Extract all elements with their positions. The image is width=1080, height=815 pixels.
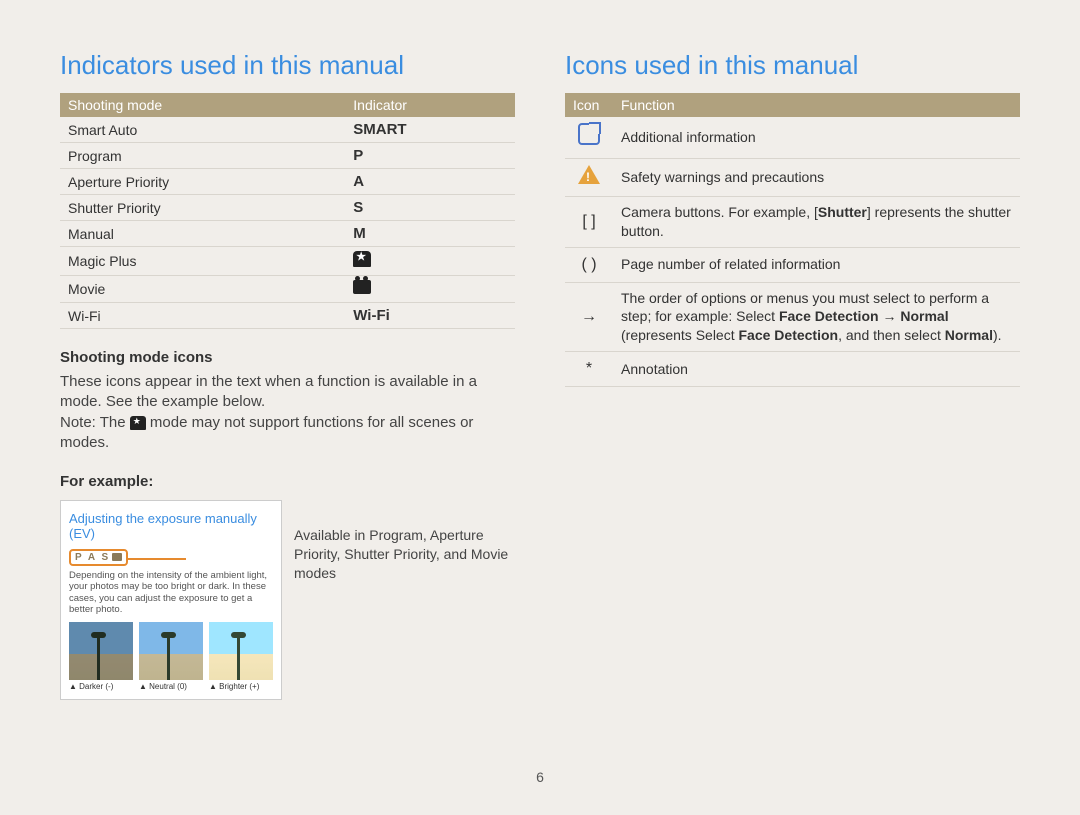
page-number: 6 bbox=[536, 769, 544, 785]
thumb-image bbox=[209, 622, 273, 680]
function-cell: Camera buttons. For example, [Shutter] r… bbox=[613, 197, 1020, 248]
lamp-post-icon bbox=[167, 632, 170, 680]
mode-cell: Aperture Priority bbox=[60, 169, 345, 195]
icons-table: Icon Function Additional informationSafe… bbox=[565, 93, 1020, 387]
mode-cell: Movie bbox=[60, 276, 345, 303]
table-row: Smart AutoSMART bbox=[60, 117, 515, 143]
table-row: Safety warnings and precautions bbox=[565, 158, 1020, 197]
thumb-image bbox=[139, 622, 203, 680]
mode-cell: Shutter Priority bbox=[60, 195, 345, 221]
icons-heading: Icons used in this manual bbox=[565, 50, 1020, 81]
mode-cell: Smart Auto bbox=[60, 117, 345, 143]
icon-cell: → bbox=[565, 282, 613, 352]
function-cell: Additional information bbox=[613, 117, 1020, 158]
table-row: Movie bbox=[60, 276, 515, 303]
table-row: →The order of options or menus you must … bbox=[565, 282, 1020, 352]
function-cell: Safety warnings and precautions bbox=[613, 158, 1020, 197]
callout-connector bbox=[126, 558, 186, 560]
lamp-post-icon bbox=[97, 632, 100, 680]
icon-cell bbox=[565, 158, 613, 197]
mode-cell: Manual bbox=[60, 221, 345, 247]
indicators-table: Shooting mode Indicator Smart AutoSMARTP… bbox=[60, 93, 515, 329]
mode-cell: Wi-Fi bbox=[60, 303, 345, 329]
thumb-label: Neutral (0) bbox=[139, 682, 203, 691]
icon-cell bbox=[565, 117, 613, 158]
example-thumbs: Darker (-) Neutral (0) Brighter (+) bbox=[69, 622, 273, 691]
thumb-label: Darker (-) bbox=[69, 682, 133, 691]
left-column: Indicators used in this manual Shooting … bbox=[60, 50, 515, 700]
movie-glyph-icon bbox=[112, 553, 122, 561]
thumb-label: Brighter (+) bbox=[209, 682, 273, 691]
lamp-post-icon bbox=[237, 632, 240, 680]
example-desc: Depending on the intensity of the ambien… bbox=[69, 570, 273, 616]
example-box: Adjusting the exposure manually (EV) P A… bbox=[60, 500, 282, 700]
indicator-cell: S bbox=[345, 195, 515, 221]
thumb-image bbox=[69, 622, 133, 680]
thumb: Darker (-) bbox=[69, 622, 133, 691]
mode-badge-text: P A S bbox=[75, 552, 110, 563]
shooting-mode-icons-heading: Shooting mode icons bbox=[60, 349, 515, 366]
function-cell: Page number of related information bbox=[613, 247, 1020, 282]
table-row: *Annotation bbox=[565, 352, 1020, 387]
indicator-cell bbox=[345, 247, 515, 276]
mode-cell: Magic Plus bbox=[60, 247, 345, 276]
example-callout: Available in Program, Aperture Priority,… bbox=[294, 500, 515, 583]
table-row: Shutter PriorityS bbox=[60, 195, 515, 221]
table-row: ( )Page number of related information bbox=[565, 247, 1020, 282]
col-function: Function bbox=[613, 93, 1020, 117]
shooting-mode-note: Note: The mode may not support functions… bbox=[60, 413, 515, 454]
thumb: Neutral (0) bbox=[139, 622, 203, 691]
table-row: Additional information bbox=[565, 117, 1020, 158]
indicator-cell: A bbox=[345, 169, 515, 195]
mode-badge: P A S bbox=[69, 549, 128, 566]
indicator-cell bbox=[345, 276, 515, 303]
table-row: Aperture PriorityA bbox=[60, 169, 515, 195]
icon-cell: ( ) bbox=[565, 247, 613, 282]
thumb: Brighter (+) bbox=[209, 622, 273, 691]
info-icon bbox=[578, 123, 600, 145]
mode-cell: Program bbox=[60, 143, 345, 169]
magic-plus-icon bbox=[353, 251, 371, 267]
table-row: ProgramP bbox=[60, 143, 515, 169]
indicator-cell: Wi-Fi bbox=[345, 303, 515, 329]
icon-cell: * bbox=[565, 352, 613, 387]
magic-plus-icon bbox=[130, 416, 146, 430]
table-row: Magic Plus bbox=[60, 247, 515, 276]
table-row: ManualM bbox=[60, 221, 515, 247]
icon-cell: [ ] bbox=[565, 197, 613, 248]
col-icon: Icon bbox=[565, 93, 613, 117]
table-row: [ ]Camera buttons. For example, [Shutter… bbox=[565, 197, 1020, 248]
shooting-mode-icons-para: These icons appear in the text when a fu… bbox=[60, 372, 515, 413]
for-example-heading: For example: bbox=[60, 473, 515, 490]
function-cell: The order of options or menus you must s… bbox=[613, 282, 1020, 352]
col-indicator: Indicator bbox=[345, 93, 515, 117]
function-cell: Annotation bbox=[613, 352, 1020, 387]
movie-icon bbox=[353, 280, 371, 294]
col-shooting-mode: Shooting mode bbox=[60, 93, 345, 117]
warning-icon bbox=[578, 165, 600, 184]
note-pre: Note: The bbox=[60, 414, 130, 431]
indicator-cell: P bbox=[345, 143, 515, 169]
indicators-heading: Indicators used in this manual bbox=[60, 50, 515, 81]
table-row: Wi-FiWi-Fi bbox=[60, 303, 515, 329]
right-column: Icons used in this manual Icon Function … bbox=[565, 50, 1020, 700]
indicator-cell: SMART bbox=[345, 117, 515, 143]
example-title: Adjusting the exposure manually (EV) bbox=[69, 511, 273, 541]
indicator-cell: M bbox=[345, 221, 515, 247]
